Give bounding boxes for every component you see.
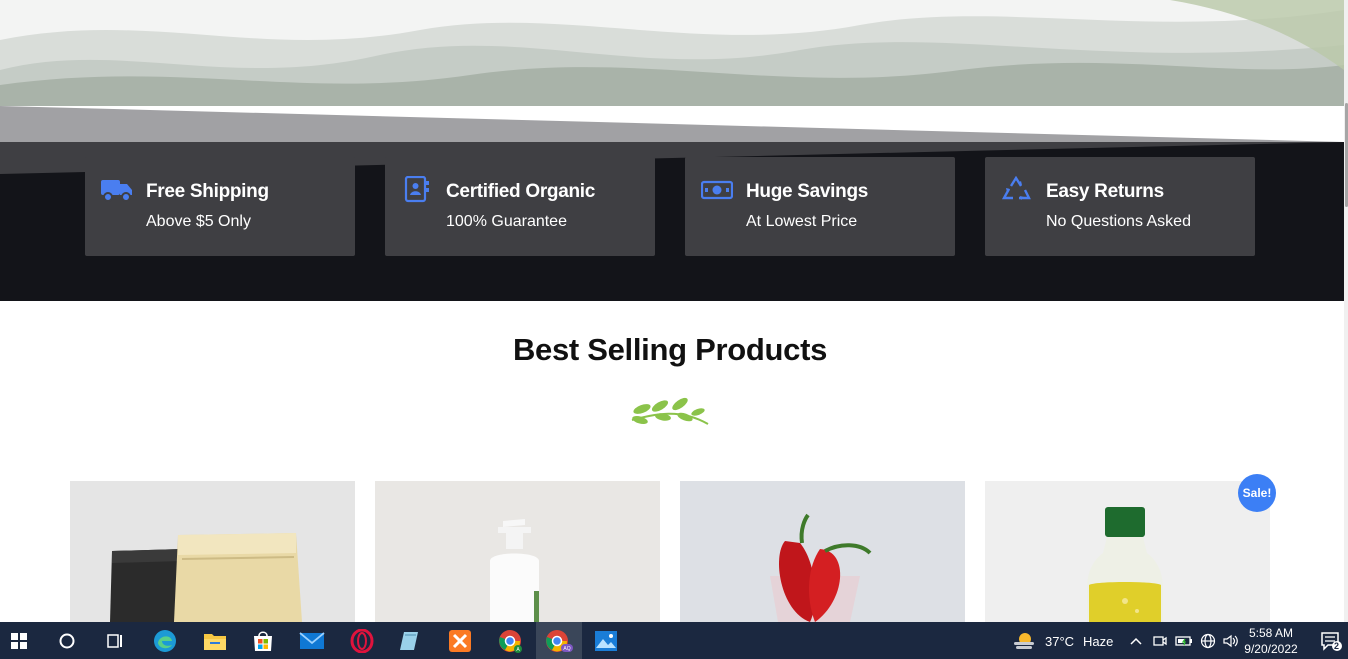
- feature-subtitle: 100% Guarantee: [446, 213, 567, 230]
- feature-subtitle: At Lowest Price: [746, 213, 858, 230]
- weather-temperature[interactable]: 37°C: [1045, 634, 1074, 649]
- notepad-icon[interactable]: [390, 622, 430, 659]
- svg-text:AQ: AQ: [563, 646, 570, 652]
- chrome-profile-icon[interactable]: AQ: [536, 622, 582, 659]
- chrome-icon[interactable]: A: [490, 622, 530, 659]
- feature-title: Certified Organic: [446, 181, 596, 202]
- clock-time: 5:58 AM: [1248, 626, 1294, 640]
- hero-waves-graphic: [0, 0, 1344, 106]
- feature-card-easy-returns: Easy Returns No Questions Asked: [985, 157, 1255, 256]
- windows-start-icon[interactable]: [0, 622, 38, 659]
- xampp-icon[interactable]: [440, 622, 480, 659]
- microsoft-store-icon[interactable]: [243, 622, 283, 659]
- oil-bottle-image: [985, 481, 1270, 622]
- feature-card-certified-organic: Certified Organic 100% Guarantee: [385, 157, 655, 256]
- section-title: Best Selling Products: [512, 332, 828, 367]
- money-bill-icon: [701, 180, 733, 200]
- weather-haze-icon[interactable]: [1011, 622, 1037, 659]
- red-peppers-image: [680, 481, 965, 622]
- task-view-icon[interactable]: [96, 622, 134, 659]
- notification-count: 2: [1334, 641, 1340, 651]
- edge-icon[interactable]: [145, 622, 185, 659]
- mail-icon[interactable]: [292, 622, 332, 659]
- lotion-bottle-image: [375, 481, 660, 622]
- feature-card-huge-savings: Huge Savings At Lowest Price: [685, 157, 955, 256]
- product-card[interactable]: [985, 481, 1270, 622]
- leaf-branch-icon: [631, 397, 709, 425]
- feature-subtitle: Above $5 Only: [146, 213, 251, 230]
- network-globe-icon[interactable]: [1197, 622, 1219, 659]
- file-explorer-icon[interactable]: [195, 622, 235, 659]
- product-card[interactable]: [680, 481, 965, 622]
- photos-icon[interactable]: [586, 622, 626, 659]
- coffee-bags-image: [70, 481, 355, 622]
- truck-icon: [101, 180, 132, 202]
- feature-title: Easy Returns: [1046, 181, 1164, 202]
- windows-taskbar: A AQ 37°C Haze 5:58 AM 9/20/2022 2: [0, 622, 1348, 659]
- notification-center-icon[interactable]: 2: [1316, 622, 1346, 659]
- scrollbar-track[interactable]: [1344, 0, 1348, 622]
- contact-book-icon: [404, 176, 429, 203]
- feature-title: Free Shipping: [146, 181, 269, 202]
- hero-background: [0, 0, 1344, 106]
- recycle-icon: [1001, 176, 1031, 200]
- chevron-up-icon[interactable]: [1126, 622, 1146, 659]
- weather-condition[interactable]: Haze: [1083, 634, 1113, 649]
- feature-title: Huge Savings: [746, 181, 869, 202]
- opera-icon[interactable]: [342, 622, 382, 659]
- feature-card-free-shipping: Free Shipping Above $5 Only: [85, 157, 355, 256]
- sale-badge: Sale!: [1238, 474, 1276, 512]
- feature-subtitle: No Questions Asked: [1046, 213, 1191, 230]
- meet-now-icon[interactable]: [1150, 622, 1170, 659]
- product-card[interactable]: [70, 481, 355, 622]
- volume-icon[interactable]: [1220, 622, 1242, 659]
- system-clock[interactable]: 5:58 AM 9/20/2022: [1240, 625, 1302, 657]
- clock-date: 9/20/2022: [1244, 642, 1298, 656]
- product-card[interactable]: [375, 481, 660, 622]
- cortana-search-icon[interactable]: [48, 622, 86, 659]
- battery-icon[interactable]: [1173, 622, 1195, 659]
